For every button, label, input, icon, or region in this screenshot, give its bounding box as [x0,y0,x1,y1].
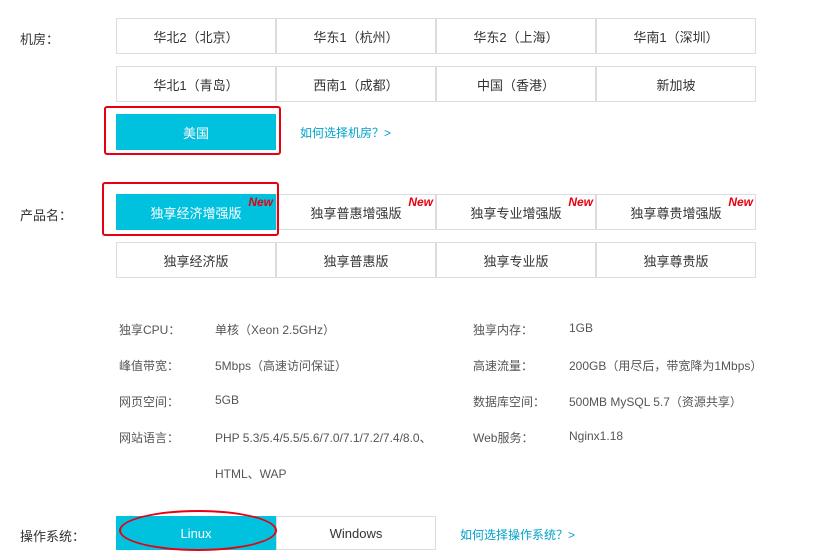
spec-value-language-cont: HTML、WAP [215,467,287,481]
spec-label-bandwidth: 峰值带宽： [119,359,180,373]
product-option-pro-plus[interactable]: 独享专业增强版 New [436,194,596,230]
product-option-puhui-plus[interactable]: 独享普惠增强版 New [276,194,436,230]
spec-value-database: 500MB MySQL 5.7（资源共享） [569,395,742,409]
spec-label-database: 数据库空间： [473,395,546,409]
datacenter-option-hongkong[interactable]: 中国（香港） [436,66,596,102]
new-badge: New [728,195,753,209]
new-badge: New [248,195,273,209]
os-option-windows[interactable]: Windows [276,516,436,550]
spec-value-memory: 1GB [569,321,594,335]
datacenter-option-beijing[interactable]: 华北2（北京） [116,18,276,54]
product-option-text: 独享专业增强版 [470,205,562,221]
spec-label-memory: 独享内存： [473,323,534,337]
datacenter-option-hangzhou[interactable]: 华东1（杭州） [276,18,436,54]
spec-label-cpu: 独享CPU： [119,323,181,337]
product-option-premium[interactable]: 独享尊贵版 [596,242,756,278]
datacenter-help-link[interactable]: 如何选择机房？> [300,124,391,141]
datacenter-option-qingdao[interactable]: 华北1（青岛） [116,66,276,102]
product-option-text: 独享尊贵增强版 [630,205,722,221]
product-option-pro[interactable]: 独享专业版 [436,242,596,278]
spec-label-webspace: 网页空间： [119,395,180,409]
datacenter-label: 机房： [20,32,60,47]
datacenter-option-chengdu[interactable]: 西南1（成都） [276,66,436,102]
spec-label-traffic: 高速流量： [473,359,534,373]
datacenter-option-singapore[interactable]: 新加坡 [596,66,756,102]
spec-value-webserver: Nginx1.18 [569,429,624,443]
product-option-economy[interactable]: 独享经济版 [116,242,276,278]
spec-label-language: 网站语言： [119,431,180,445]
datacenter-option-shanghai[interactable]: 华东2（上海） [436,18,596,54]
datacenter-option-shenzhen[interactable]: 华南1（深圳） [596,18,756,54]
os-label: 操作系统： [20,529,86,544]
new-badge: New [408,195,433,209]
product-option-economy-plus[interactable]: 独享经济增强版 New [116,194,276,230]
datacenter-option-usa[interactable]: 美国 [116,114,276,150]
spec-value-traffic: 200GB（用尽后，带宽降为1Mbps） [569,359,763,373]
new-badge: New [568,195,593,209]
product-option-text: 独享普惠增强版 [310,205,402,221]
os-option-linux[interactable]: Linux [116,516,276,550]
spec-value-webspace: 5GB [215,393,240,407]
spec-value-language: PHP 5.3/5.4/5.5/5.6/7.0/7.1/7.2/7.4/8.0、 [215,431,432,445]
spec-value-cpu: 单核（Xeon 2.5GHz） [215,323,336,337]
spec-value-bandwidth: 5Mbps（高速访问保证） [215,359,348,373]
product-option-premium-plus[interactable]: 独享尊贵增强版 New [596,194,756,230]
product-option-puhui[interactable]: 独享普惠版 [276,242,436,278]
os-help-link[interactable]: 如何选择操作系统？> [460,526,575,543]
spec-label-webserver: Web服务： [473,431,534,445]
product-option-text: 独享经济增强版 [150,205,242,221]
product-label: 产品名： [20,208,73,223]
